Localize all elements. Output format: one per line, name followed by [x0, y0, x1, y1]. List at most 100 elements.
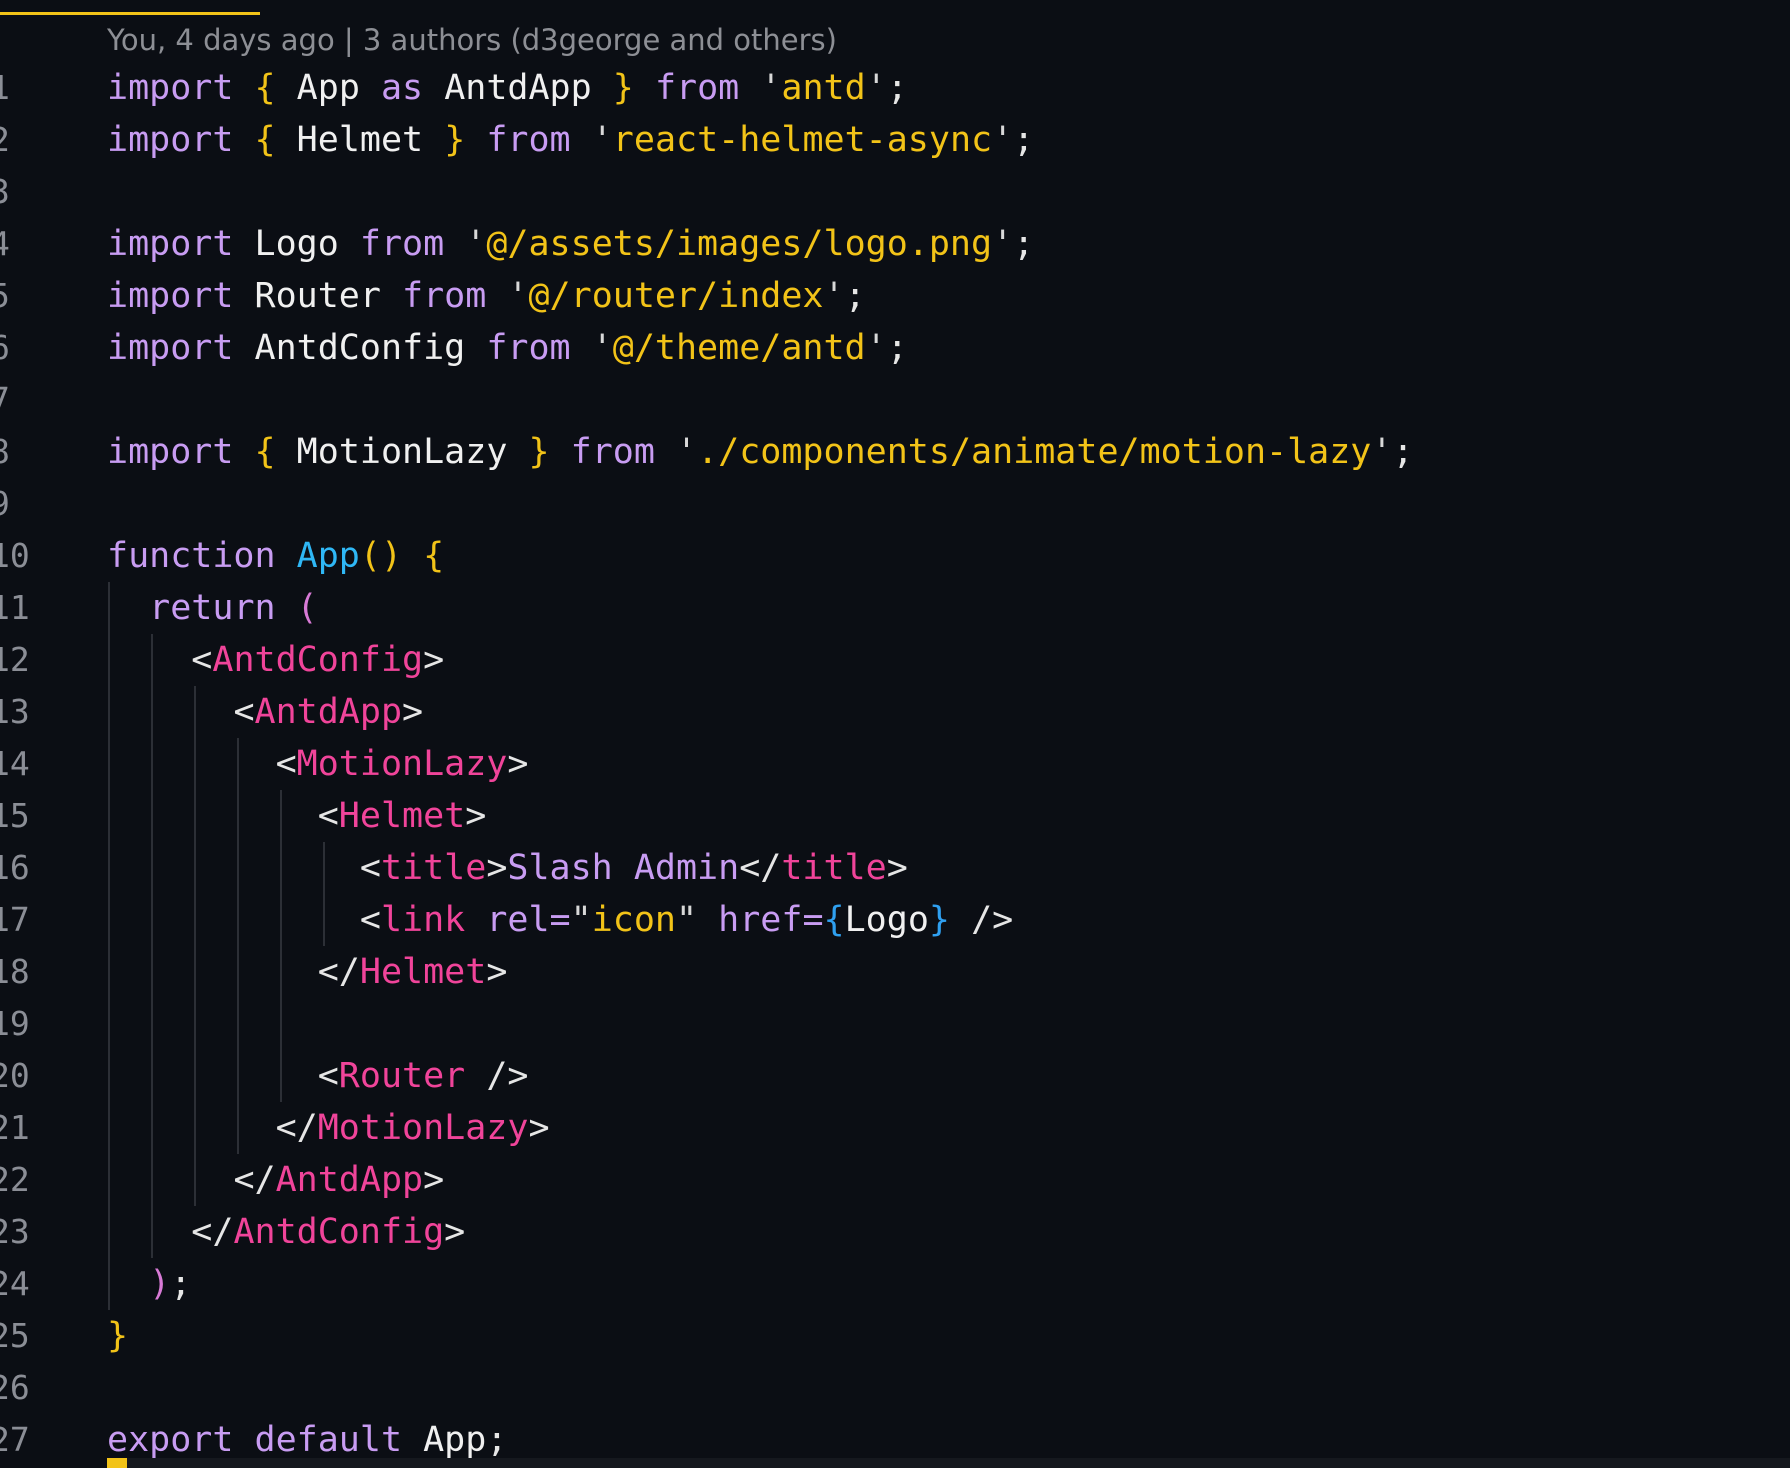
code-line[interactable]: <MotionLazy> [107, 738, 1790, 790]
keyword: import [107, 328, 234, 368]
code-line[interactable]: import Logo from '@/assets/images/logo.p… [107, 218, 1790, 270]
string-literal: ./components/animate/motion-lazy [697, 432, 1372, 472]
line-number: 9 [0, 478, 40, 530]
code-line[interactable]: </AntdApp> [107, 1154, 1790, 1206]
line-number: 17 [0, 900, 30, 939]
identifier: AntdConfig [254, 328, 466, 368]
keyword: import [107, 432, 234, 472]
jsx-attribute: href [718, 900, 803, 940]
code-line[interactable]: import { MotionLazy } from './components… [107, 426, 1790, 478]
jsx-tag: AntdApp [254, 692, 403, 732]
brace: { [254, 120, 276, 160]
keyword: from [402, 276, 487, 316]
line-number: 14 [0, 744, 30, 783]
code-line[interactable] [107, 166, 1790, 218]
jsx-tag: Helmet [359, 952, 487, 992]
line-number: 24 [0, 1264, 30, 1303]
code-line[interactable]: </AntdConfig> [107, 1206, 1790, 1258]
keyword: import [107, 276, 234, 316]
identifier: Router [254, 276, 381, 316]
jsx-tag: title [380, 848, 487, 888]
string-literal: @/router/index [528, 276, 824, 316]
keyword: from [486, 328, 571, 368]
string-literal: antd [781, 68, 866, 108]
paren: ) [149, 1264, 171, 1304]
code-line[interactable]: import { App as AntdApp } from 'antd'; [107, 62, 1790, 114]
keyword: from [570, 432, 655, 472]
jsx-tag: Router [338, 1056, 466, 1096]
jsx-tag: AntdApp [275, 1160, 424, 1200]
code-line[interactable]: </MotionLazy> [107, 1102, 1790, 1154]
string-literal: @/theme/antd [612, 328, 866, 368]
line-number: 6 [0, 322, 40, 374]
string-literal: @/assets/images/logo.png [486, 224, 993, 264]
keyword: from [359, 224, 445, 264]
code-line[interactable]: <link rel="icon" href={Logo} /> [107, 894, 1790, 946]
line-number: 8 [0, 426, 40, 478]
code-line[interactable]: </Helmet> [107, 946, 1790, 998]
line-number: 4 [0, 218, 40, 270]
keyword: function [107, 536, 276, 576]
keyword: return [149, 588, 276, 628]
line-number: 19 [0, 1004, 30, 1043]
jsx-attribute: rel [486, 900, 550, 940]
code-line[interactable]: import { Helmet } from 'react-helmet-asy… [107, 114, 1790, 166]
jsx-text: Slash Admin [507, 848, 740, 888]
line-number-gutter: 1 2 3 4 5 6 7 8 9 10 11 12 13 14 15 16 1… [0, 62, 40, 1466]
line-number: 12 [0, 640, 30, 679]
jsx-tag: AntdConfig [212, 640, 424, 680]
brace: { [423, 536, 445, 576]
code-line[interactable] [107, 998, 1790, 1050]
code-editor[interactable]: You, 4 days ago | 3 authors (d3george an… [0, 0, 1790, 1468]
code-line[interactable]: <AntdApp> [107, 686, 1790, 738]
identifier: App [423, 1420, 487, 1460]
code-line[interactable] [107, 478, 1790, 530]
line-number: 10 [0, 536, 30, 575]
string-literal: react-helmet-async [612, 120, 993, 160]
brace: } [612, 68, 634, 108]
jsx-tag: Helmet [338, 796, 466, 836]
brace: } [444, 120, 466, 160]
line-number: 5 [0, 270, 40, 322]
line-number: 25 [0, 1316, 30, 1355]
identifier: Logo [844, 900, 929, 940]
identifier: AntdApp [444, 68, 592, 108]
line-number: 11 [0, 588, 30, 627]
code-line[interactable]: return ( [107, 582, 1790, 634]
paren: () [359, 536, 403, 576]
jsx-tag: AntdConfig [233, 1212, 445, 1252]
line-number: 1 [0, 62, 40, 114]
git-blame-annotation[interactable]: You, 4 days ago | 3 authors (d3george an… [107, 20, 837, 60]
horizontal-scrollbar[interactable] [107, 1458, 1790, 1468]
code-content[interactable]: import { App as AntdApp } from 'antd'; i… [107, 62, 1790, 1466]
line-number: 7 [0, 374, 40, 426]
active-tab-indicator [0, 12, 260, 15]
function-name: App [296, 536, 360, 576]
line-number: 13 [0, 692, 30, 731]
line-number: 22 [0, 1160, 30, 1199]
brace: { [254, 432, 276, 472]
code-line[interactable]: import Router from '@/router/index'; [107, 270, 1790, 322]
code-line[interactable] [107, 1362, 1790, 1414]
jsx-tag: MotionLazy [317, 1108, 529, 1148]
line-number: 26 [0, 1368, 30, 1407]
brace: } [107, 1316, 129, 1356]
keyword: import [107, 224, 234, 264]
identifier: MotionLazy [296, 432, 508, 472]
keyword: from [486, 120, 571, 160]
code-line[interactable]: ); [107, 1258, 1790, 1310]
code-line[interactable]: <title>Slash Admin</title> [107, 842, 1790, 894]
code-line[interactable]: function App() { [107, 530, 1790, 582]
jsx-tag: MotionLazy [296, 744, 508, 784]
line-number: 21 [0, 1108, 30, 1147]
code-line[interactable]: <AntdConfig> [107, 634, 1790, 686]
keyword: as [380, 68, 424, 108]
code-line[interactable]: } [107, 1310, 1790, 1362]
line-number: 16 [0, 848, 30, 887]
code-line[interactable]: import AntdConfig from '@/theme/antd'; [107, 322, 1790, 374]
code-line[interactable] [107, 374, 1790, 426]
keyword: export [107, 1420, 234, 1460]
keyword: import [107, 120, 234, 160]
code-line[interactable]: <Helmet> [107, 790, 1790, 842]
code-line[interactable]: <Router /> [107, 1050, 1790, 1102]
